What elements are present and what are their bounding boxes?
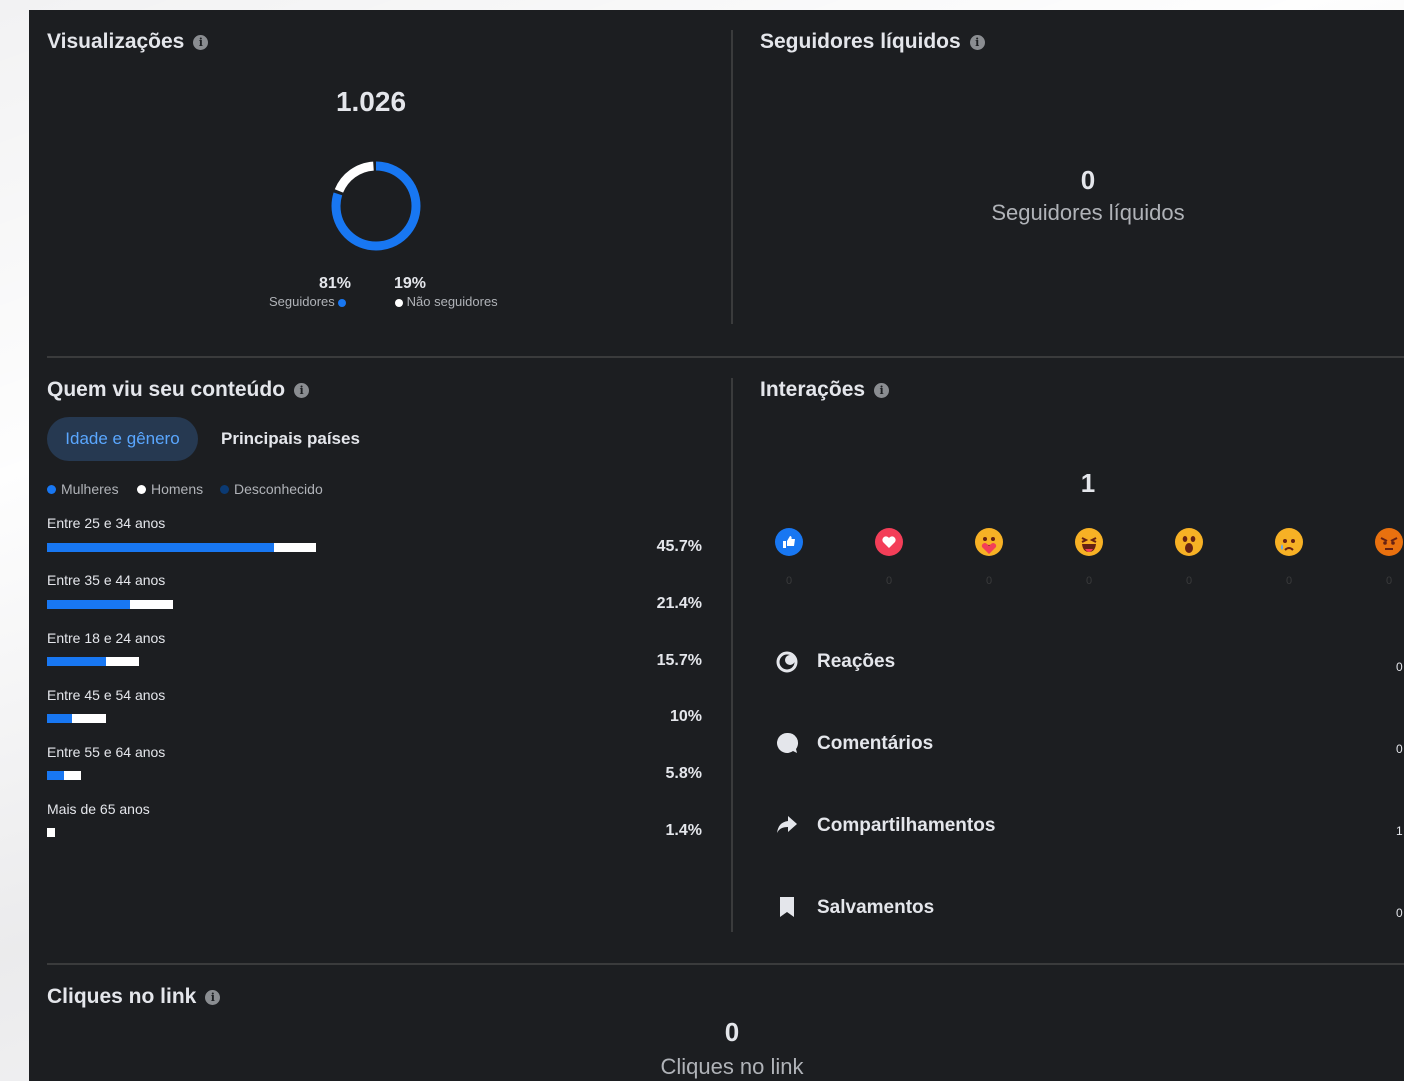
link-clicks-value: 0	[724, 1017, 740, 1047]
info-icon[interactable]: i	[874, 382, 890, 398]
info-icon[interactable]: i	[205, 989, 221, 1005]
legend-unknown: Desconhecido	[220, 481, 323, 497]
age-percentage: 45.7%	[656, 538, 702, 555]
net-followers-label: Seguidores líquidos	[991, 200, 1185, 225]
haha-icon	[1075, 528, 1103, 556]
age-percentage: 5.8%	[665, 765, 702, 782]
info-icon[interactable]: i	[193, 34, 209, 50]
age-bar	[47, 600, 173, 609]
nonfollowers-percentage: 19%	[394, 275, 427, 292]
saves-value: 0	[1396, 906, 1403, 920]
angry-icon	[1375, 528, 1403, 556]
tab-age-gender[interactable]: Idade e gênero	[47, 417, 198, 461]
care-count: 0	[985, 575, 993, 587]
divider	[731, 30, 733, 324]
women-segment	[47, 771, 64, 780]
age-bar	[47, 714, 106, 723]
views-total: 1.026	[335, 86, 407, 117]
age-percentage: 10%	[669, 708, 702, 725]
net-followers-title: Seguidores líquidos i	[760, 30, 985, 54]
nonfollowers-dot-icon	[395, 298, 403, 307]
unknown-dot-icon	[220, 484, 229, 494]
age-bar	[47, 657, 139, 666]
wow-icon	[1175, 528, 1203, 556]
age-label: Mais de 65 anos	[47, 801, 150, 817]
men-segment	[274, 543, 316, 552]
shares-value: 1	[1396, 824, 1403, 838]
angry-count: 0	[1385, 575, 1393, 587]
comments-label: Comentários	[817, 733, 934, 754]
like-count: 0	[785, 575, 793, 587]
age-percentage: 15.7%	[656, 652, 702, 669]
share-icon	[775, 813, 799, 837]
interactions-total: 1	[1080, 468, 1096, 498]
reactions-icon	[775, 650, 799, 674]
bookmark-icon	[775, 895, 799, 919]
age-bar	[47, 828, 55, 837]
care-icon	[975, 528, 1003, 556]
men-segment	[72, 714, 106, 723]
followers-dot-icon	[338, 298, 347, 307]
divider	[731, 378, 733, 932]
like-icon	[775, 528, 803, 556]
views-donut-chart	[331, 161, 421, 251]
shares-label: Compartilhamentos	[817, 815, 996, 836]
age-label: Entre 35 e 44 anos	[47, 572, 166, 588]
legend-men: Homens	[137, 481, 203, 497]
men-dot-icon	[137, 484, 146, 494]
love-count: 0	[885, 575, 893, 587]
divider	[47, 356, 1404, 358]
tab-top-countries[interactable]: Principais países	[221, 429, 360, 449]
women-segment	[47, 600, 130, 609]
info-icon[interactable]: i	[294, 382, 310, 398]
comments-value: 0	[1396, 742, 1403, 756]
age-label: Entre 18 e 24 anos	[47, 630, 166, 646]
men-segment	[130, 600, 173, 609]
reactions-value: 0	[1396, 660, 1403, 674]
age-percentage: 1.4%	[665, 822, 702, 839]
women-segment	[47, 543, 274, 552]
men-segment	[47, 828, 55, 837]
age-label: Entre 55 e 64 anos	[47, 744, 166, 760]
age-label: Entre 25 e 34 anos	[47, 515, 166, 531]
sad-icon	[1275, 528, 1303, 556]
nonfollowers-legend: Não seguidores	[395, 294, 498, 309]
women-segment	[47, 657, 106, 666]
age-bar	[47, 543, 316, 552]
link-clicks-label: Cliques no link	[660, 1054, 804, 1079]
love-icon	[875, 528, 903, 556]
views-title: Visualizações i	[47, 30, 209, 54]
age-label: Entre 45 e 54 anos	[47, 687, 166, 703]
women-dot-icon	[47, 484, 56, 494]
age-percentage: 21.4%	[656, 595, 702, 612]
divider	[47, 963, 1404, 965]
sad-count: 0	[1285, 575, 1293, 587]
reactions-label: Reações	[817, 651, 896, 672]
info-icon[interactable]: i	[969, 34, 985, 50]
followers-percentage: 81%	[319, 275, 352, 292]
legend-women: Mulheres	[47, 481, 119, 497]
interactions-title: Interações i	[760, 378, 890, 402]
wow-count: 0	[1185, 575, 1193, 587]
link-clicks-title: Cliques no link i	[47, 985, 221, 1009]
haha-count: 0	[1085, 575, 1093, 587]
followers-legend: Seguidores	[269, 294, 347, 309]
women-segment	[47, 714, 72, 723]
net-followers-value: 0	[1080, 165, 1096, 195]
audience-title: Quem viu seu conteúdo i	[47, 378, 310, 402]
saves-label: Salvamentos	[817, 897, 935, 918]
insights-panel: Visualizações i 1.026 81% Seguidores 19% …	[29, 10, 1404, 1081]
comment-icon	[775, 731, 799, 755]
men-segment	[64, 771, 81, 780]
age-bar	[47, 771, 81, 780]
men-segment	[106, 657, 139, 666]
